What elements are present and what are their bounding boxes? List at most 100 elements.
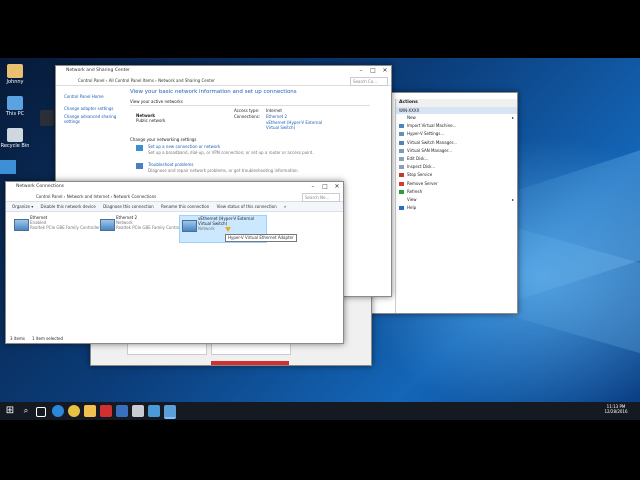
action-icon [399,181,404,186]
status-item-count: 3 items [10,336,25,341]
action-icon [399,140,404,145]
filezilla-icon[interactable] [100,405,112,417]
adapter-device: Realtek PCIe GBE Family Controller [116,225,186,230]
connection-link-ethernet2[interactable]: Ethernet 2 [266,114,287,119]
desktop-icon-label: Recycle Bin [0,143,30,149]
action-label: Inspect Disk... [407,164,436,170]
action-label: Refresh [407,188,423,194]
change-adapter-settings-link[interactable]: Change adapter settings [64,106,113,111]
change-advanced-sharing-link[interactable]: Change advanced sharing settings [64,114,124,124]
breadcrumb-item[interactable]: Control Panel [78,78,105,83]
address-bar[interactable]: Control Panel › All Control Panel Items … [56,76,391,86]
action-icon [399,124,404,129]
search-input[interactable]: Search Co... [350,77,388,86]
computer-icon [7,96,23,110]
adapter-status: Network [198,226,215,231]
action-icon [399,173,404,178]
diagnose-button[interactable]: Diagnose this connection [103,204,154,209]
control-panel-home-link[interactable]: Control Panel Home [64,94,104,99]
action-item[interactable]: Virtual Switch Manager... [396,139,517,147]
desktop-icon-this-pc[interactable]: This PC [0,96,30,117]
desktop-icon-recycle-bin[interactable]: Recycle Bin [0,128,30,149]
action-item[interactable]: Refresh [396,188,517,196]
breadcrumb-item[interactable]: Network and Internet [67,194,110,199]
rename-button[interactable]: Rename this connection [161,204,209,209]
breadcrumb-item[interactable]: All Control Panel Items [109,78,154,83]
adapter-device: Realtek PCIe GBE Family Controller [30,225,100,230]
desktop-app-icon[interactable] [40,110,54,126]
adapter-ethernet-2[interactable]: Ethernet 2 Network Realtek PCIe GBE Fami… [98,215,186,241]
action-item[interactable]: View ▸ [396,196,517,204]
action-icon [399,197,404,202]
action-item[interactable]: Remove Server [396,180,517,188]
close-button[interactable]: ✕ [331,182,343,192]
app-icon[interactable] [132,405,144,417]
minimize-button[interactable]: – [307,182,319,192]
action-icon [399,116,404,120]
hyperv-actions-pane: Actions WIN-XXXX New ▸ Import Virtual Mach… [395,99,517,313]
troubleshoot-link[interactable]: Troubleshoot problems [148,162,194,167]
start-button-windows-icon[interactable]: ⊞ [4,405,16,417]
action-label: Remove Server [407,180,438,186]
network-type: Public network [136,118,166,123]
more-commands-button[interactable]: » [284,204,286,209]
chrome-browser-icon[interactable] [68,405,80,417]
maximize-button[interactable]: □ [319,182,331,192]
maximize-button[interactable]: □ [367,66,379,76]
desktop-icon-user[interactable]: Johnny [0,64,30,85]
address-bar[interactable]: Control Panel › Network and Internet › N… [6,192,343,202]
adapter-name: vEthernet (Hyper-V External Virtual Swit… [198,216,255,226]
setup-connection-desc: Set up a broadband, dial-up, or VPN conn… [148,150,314,155]
action-item[interactable]: Edit Disk... [396,155,517,163]
desktop-icon-label: This PC [5,111,25,117]
access-type-label: Access type: [234,108,260,113]
app-icon[interactable] [148,405,160,417]
search-icon[interactable]: ⌕ [20,405,32,417]
adapter-ethernet[interactable]: Ethernet Enabled Realtek PCIe GBE Family… [12,215,100,241]
active-app-icon[interactable] [164,405,176,419]
action-item[interactable]: New ▸ [396,114,517,122]
minimize-button[interactable]: – [355,66,367,76]
action-item[interactable]: Inspect Disk... [396,163,517,171]
search-input[interactable]: Search Ne... [302,193,340,202]
action-icon [399,132,404,137]
network-connections-window: Network Connections – □ ✕ Control Panel … [5,181,344,344]
close-button[interactable]: ✕ [379,66,391,76]
window-titlebar: Network and Sharing Center – □ ✕ [56,66,391,76]
app-icon[interactable] [116,405,128,417]
setup-connection-link[interactable]: Set up a new connection or network [148,144,220,149]
submenu-arrow-icon: ▸ [511,196,514,202]
taskbar: ⊞ ⌕ 11:13 PM 12/28/2016 [0,402,640,420]
troubleshoot-desc: Diagnose and repair network problems, or… [148,168,299,173]
action-item[interactable]: Hyper-V Settings... [396,130,517,138]
network-adapter-icon [100,219,115,231]
actions-header: Actions [396,99,517,107]
action-item[interactable]: Import Virtual Machine... [396,122,517,130]
organize-button[interactable]: Organize ▾ [12,204,33,209]
action-icon [399,206,404,211]
adapter-tooltip: Hyper-V Virtual Ethernet Adapter [225,234,297,242]
clock[interactable]: 11:13 PM 12/28/2016 [598,404,634,414]
action-label: Stop Service [407,172,433,178]
change-settings-label: Change your networking settings [130,137,197,142]
file-explorer-icon[interactable] [84,405,96,417]
desktop-shortcut-icon[interactable] [0,160,16,174]
recycle-bin-icon [7,128,23,142]
view-status-button[interactable]: View status of this connection [217,204,277,209]
breadcrumb-item[interactable]: Control Panel [36,194,63,199]
action-icon [399,165,404,170]
action-item[interactable]: Help [396,204,517,212]
edge-browser-icon[interactable] [52,405,64,417]
desktop-icon-label: Johnny [6,79,24,85]
user-folder-icon [7,64,23,78]
connection-link-vethernet[interactable]: vEthernet (Hyper-V External Virtual Swit… [266,120,326,130]
access-type-value: Internet [266,108,282,113]
action-item[interactable]: Stop Service [396,171,517,179]
action-label: Import Virtual Machine... [407,123,457,129]
disable-device-button[interactable]: Disable this network device [40,204,95,209]
breadcrumb-item[interactable]: Network Connections [114,194,157,199]
task-view-icon[interactable] [36,407,46,417]
actions-section-server[interactable]: WIN-XXXX [396,107,517,114]
breadcrumb-item[interactable]: Network and Sharing Center [158,78,215,83]
action-item[interactable]: Virtual SAN Manager... [396,147,517,155]
